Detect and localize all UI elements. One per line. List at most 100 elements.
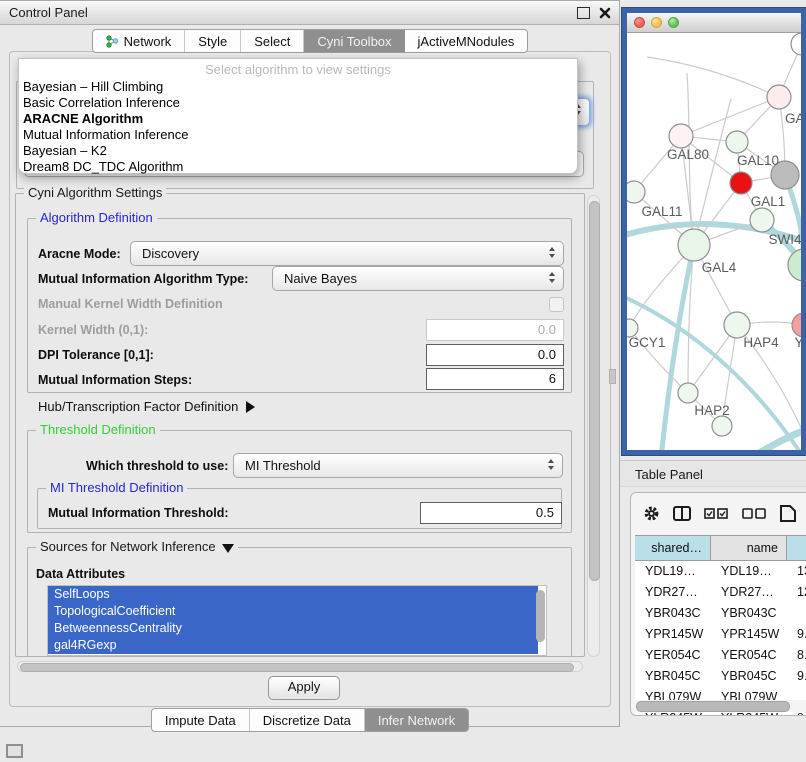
tab-jactivemnodules[interactable]: jActiveMNodules — [405, 30, 528, 52]
table-row[interactable]: YER054CYER054C8. — [635, 645, 806, 666]
tab-impute-data[interactable]: Impute Data — [152, 709, 250, 731]
data-attribute-item[interactable]: SelfLoops — [48, 586, 538, 603]
network-node-gal[interactable] — [767, 85, 791, 109]
cyni-settings-title: Cyni Algorithm Settings — [24, 185, 166, 200]
mi-type-select[interactable]: Naive Bayes — [272, 266, 564, 291]
network-node-label: HAP2 — [694, 403, 729, 418]
zoom-window-icon[interactable] — [668, 17, 679, 28]
hub-definition-toggle[interactable]: Hub/Transcription Factor Definition — [38, 399, 255, 414]
tab-cyni-toolbox[interactable]: Cyni Toolbox — [304, 30, 404, 52]
network-node-gal10[interactable] — [726, 131, 748, 153]
network-node-label: Y — [794, 335, 801, 350]
table-column-header[interactable]: name — [711, 536, 787, 560]
tab-discretize-data[interactable]: Discretize Data — [250, 709, 365, 731]
network-node[interactable] — [788, 249, 801, 281]
data-attribute-item[interactable]: BetweennessCentrality — [48, 620, 538, 637]
minimize-window-icon[interactable] — [651, 17, 662, 28]
network-window-titlebar — [627, 13, 801, 33]
table-panel: shared…nameA YDL19…YDL19…13YDR27…YDR27…1… — [630, 492, 806, 716]
table-row[interactable]: YDL19…YDL19…13 — [635, 561, 806, 582]
document-icon[interactable] — [780, 505, 796, 522]
algorithm-option[interactable]: Dream8 DC_TDC Algorithm — [19, 159, 577, 175]
tab-label: Discretize Data — [263, 713, 351, 728]
data-attribute-item[interactable]: gal4RGexp — [48, 637, 538, 654]
network-node-swi4[interactable] — [750, 208, 774, 232]
gear-icon[interactable] — [643, 505, 660, 522]
sources-title-toggle[interactable]: Sources for Network Inference — [36, 539, 238, 554]
table-cell: YBR045C — [635, 666, 711, 687]
table-panel-header: Table Panel — [620, 460, 806, 487]
algorithm-option[interactable]: Bayesian – K2 — [19, 143, 577, 159]
close-window-icon[interactable] — [634, 17, 645, 28]
network-node-gal4[interactable] — [678, 229, 710, 261]
tab-label: Infer Network — [378, 713, 455, 728]
tab-label: Select — [254, 34, 290, 49]
select-all-checkboxes-icon[interactable] — [704, 508, 729, 519]
mi-threshold-input[interactable]: 0.5 — [420, 502, 562, 524]
mi-steps-input[interactable]: 6 — [426, 368, 564, 390]
sources-title: Sources for Network Inference — [40, 539, 216, 554]
apply-button[interactable]: Apply — [268, 676, 340, 700]
manual-kernel-checkbox[interactable] — [549, 297, 564, 312]
settings-hscroll-thumb[interactable] — [20, 663, 574, 672]
network-graph[interactable]: GALGAL80GAL10GAL1GAL11SWI4GAL4GCY1HAP4YH… — [627, 33, 801, 451]
settings-vscroll-thumb[interactable] — [589, 201, 600, 581]
network-node-gal11[interactable] — [627, 181, 645, 203]
network-node-hap2[interactable] — [678, 383, 698, 403]
network-node[interactable] — [712, 416, 732, 436]
table-column-header[interactable]: shared… — [635, 536, 711, 560]
table-cell — [787, 603, 806, 624]
mi-type-value: Naive Bayes — [284, 271, 357, 286]
node-table[interactable]: shared…nameA YDL19…YDL19…13YDR27…YDR27…1… — [635, 535, 806, 715]
table-column-header[interactable]: A — [787, 536, 806, 560]
table-row[interactable]: YDR27…YDR27…12 — [635, 582, 806, 603]
tab-network[interactable]: Network — [93, 30, 186, 52]
mi-steps-label: Mutual Information Steps: — [38, 373, 192, 387]
algorithm-option[interactable]: Bayesian – Hill Climbing — [19, 79, 577, 95]
tab-style[interactable]: Style — [185, 30, 241, 52]
settings-vertical-scrollbar[interactable] — [587, 195, 600, 657]
tab-select[interactable]: Select — [241, 30, 304, 52]
deselect-all-checkboxes-icon[interactable] — [742, 508, 767, 519]
algorithm-option[interactable]: Basic Correlation Inference — [19, 95, 577, 111]
table-horizontal-scrollbar[interactable] — [634, 700, 806, 712]
float-panel-icon[interactable] — [577, 7, 590, 19]
data-attributes-label: Data Attributes — [36, 567, 125, 581]
algorithm-dropdown-popup: Select algorithm to view settings Bayesi… — [18, 58, 578, 174]
network-node-y[interactable] — [792, 313, 801, 337]
column-layout-icon[interactable] — [673, 506, 691, 521]
algorithm-option[interactable]: Mutual Information Inference — [19, 127, 577, 143]
table-cell: 13 — [787, 561, 806, 582]
data-attributes-list[interactable]: SelfLoopsTopologicalCoefficientBetweenne… — [47, 585, 547, 656]
mi-threshold-label: Mutual Information Threshold: — [48, 506, 229, 520]
docked-panel-icon[interactable] — [6, 744, 23, 758]
network-node-gal80[interactable] — [669, 124, 693, 148]
table-hscroll-thumb[interactable] — [636, 701, 790, 712]
settings-horizontal-scrollbar[interactable] — [17, 661, 583, 672]
tab-infer-network[interactable]: Infer Network — [365, 709, 468, 731]
attributes-scrollbar-thumb[interactable] — [536, 590, 545, 642]
table-row[interactable]: YBR045CYBR045C9. — [635, 666, 806, 687]
table-row[interactable]: YBR043CYBR043C — [635, 603, 806, 624]
network-node[interactable] — [791, 33, 801, 55]
network-view-window[interactable]: GALGAL80GAL10GAL1GAL11SWI4GAL4GCY1HAP4YH… — [622, 8, 806, 455]
aracne-mode-select[interactable]: Discovery — [130, 241, 564, 266]
kernel-width-input[interactable]: 0.0 — [426, 319, 564, 341]
network-edge[interactable] — [647, 57, 779, 97]
network-node-label: HAP4 — [743, 335, 779, 350]
data-attribute-item[interactable]: TopologicalCoefficient — [48, 603, 538, 620]
table-toolbar — [631, 493, 806, 533]
network-canvas[interactable]: GALGAL80GAL10GAL1GAL11SWI4GAL4GCY1HAP4YH… — [627, 33, 801, 451]
network-node-gal1[interactable] — [730, 172, 752, 194]
dpi-tolerance-input[interactable]: 0.0 — [426, 344, 564, 366]
control-panel-window: Control Panel gal-filtered.sif default n… — [0, 0, 620, 727]
which-threshold-select[interactable]: MI Threshold — [233, 453, 563, 478]
table-row[interactable]: YPR145WYPR145W9. — [635, 624, 806, 645]
tab-label: Style — [198, 34, 227, 49]
control-panel-tabbar: Network Style Select Cyni ToolboxjActiveMNo… — [92, 29, 529, 53]
which-threshold-value: MI Threshold — [245, 458, 321, 473]
table-cell: YBR043C — [711, 603, 787, 624]
close-panel-icon[interactable] — [599, 7, 611, 19]
panel-splitter-handle[interactable] — [609, 369, 616, 384]
algorithm-option[interactable]: ARACNE Algorithm — [19, 111, 577, 127]
